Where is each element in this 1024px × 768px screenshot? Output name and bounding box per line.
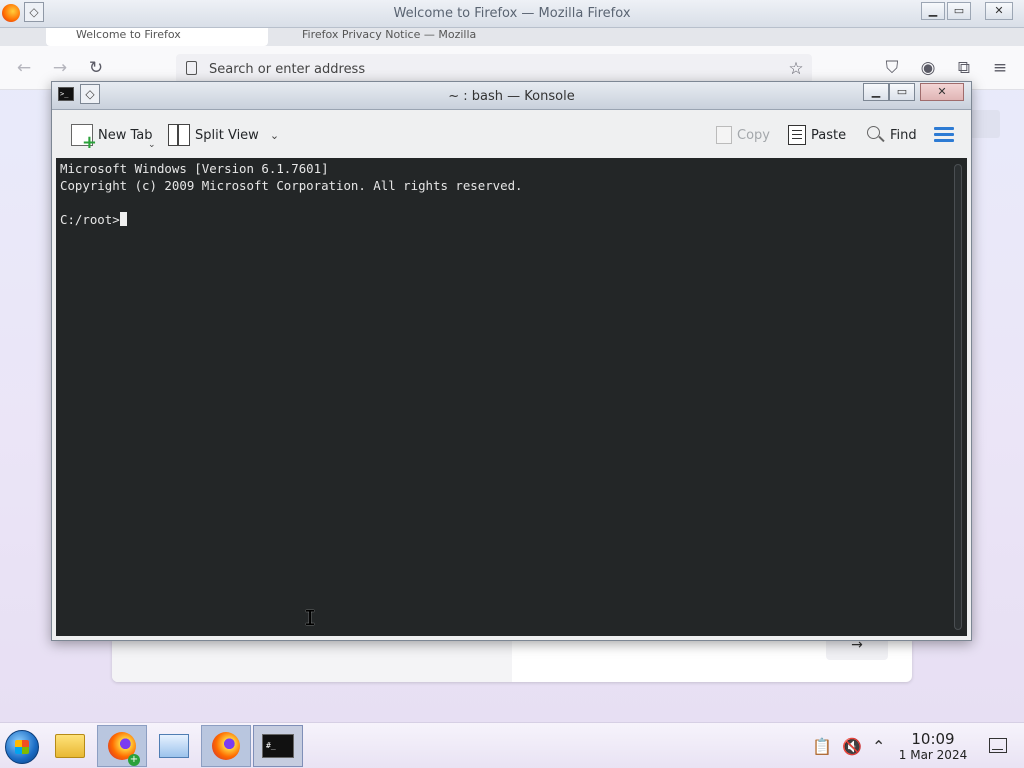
clipboard-icon[interactable]: 📋 [812,737,832,756]
firefox-icon: + [108,732,140,766]
menu-icon[interactable]: ≡ [990,58,1010,78]
clock[interactable]: 10:09 1 Mar 2024 [896,730,970,763]
terminal-line: Microsoft Windows [Version 6.1.7601] [60,161,329,176]
find-icon [867,126,885,144]
firefox-tab-strip: Welcome to Firefox Firefox Privacy Notic… [0,28,1024,46]
taskbar-remote-desktop[interactable] [149,725,199,767]
new-tab-button[interactable]: New Tab ⌄ [71,122,156,153]
notifications-icon[interactable] [989,738,1007,753]
clock-time: 10:09 [911,730,955,748]
taskbar-firefox-window[interactable] [201,725,251,767]
firefox-tab-privacy[interactable]: Firefox Privacy Notice — Mozilla [272,28,512,46]
konsole-minimize-button[interactable]: ▁ [863,83,889,101]
taskbar-konsole-window[interactable]: #_ [253,725,303,767]
firefox-icon [212,732,240,760]
taskbar-file-manager[interactable] [45,725,95,767]
pocket-icon[interactable]: ⛉ [882,58,902,78]
split-view-button[interactable]: Split View ⌄ [168,122,279,148]
terminal-scrollbar[interactable] [954,164,962,630]
volume-muted-icon[interactable]: 🔇 [842,737,862,756]
tab-label: Welcome to Firefox [76,28,181,41]
page-icon [186,61,197,75]
account-icon[interactable]: ◉ [918,58,938,78]
terminal-icon: #_ [262,734,294,758]
submenu-arrow-icon: ⌄ [148,140,156,150]
terminal-line: Copyright (c) 2009 Microsoft Corporation… [60,178,523,193]
address-bar[interactable]: Search or enter address ☆ [176,54,812,84]
bookmark-star-icon[interactable]: ☆ [786,59,806,79]
address-placeholder: Search or enter address [209,62,366,77]
clock-date: 1 Mar 2024 [898,748,968,762]
find-label: Find [890,127,917,143]
chevron-down-icon[interactable]: ⌄ [270,129,279,142]
paste-icon [788,125,806,145]
find-button[interactable]: Find [867,122,917,148]
firefox-close-button[interactable]: ✕ [985,2,1013,20]
konsole-titlebar[interactable]: >_ ◇ ~ : bash — Konsole ▁ ▭ ✕ [52,82,971,110]
tab-label: Firefox Privacy Notice — Mozilla [302,28,477,41]
new-tab-label: New Tab [98,127,153,143]
paste-button[interactable]: Paste [788,122,846,148]
text-cursor [119,212,127,226]
split-view-label: Split View [195,127,259,143]
copy-icon [716,126,732,144]
terminal-prompt: C:/root> [60,212,120,227]
firefox-titlebar[interactable]: ◇ Welcome to Firefox — Mozilla Firefox ▁… [0,0,1024,28]
konsole-window-title: ~ : bash — Konsole [448,89,575,104]
file-manager-icon [55,734,85,758]
firefox-window-title: Welcome to Firefox — Mozilla Firefox [393,6,631,21]
extensions-icon[interactable]: ⧉ [954,58,974,78]
back-arrow-icon[interactable]: ← [14,58,34,78]
remote-desktop-icon [159,734,189,758]
firefox-minimize-button[interactable]: ▁ [921,2,945,20]
taskbar: + #_ 📋 🔇 ⌃ 10:09 1 Mar 2024 [0,722,1024,768]
paste-label: Paste [811,127,847,143]
terminal-area[interactable]: Microsoft Windows [Version 6.1.7601] Cop… [56,158,967,636]
firefox-maximize-button[interactable]: ▭ [947,2,971,20]
firefox-content-pill [970,110,1000,138]
split-view-icon [168,124,190,146]
hamburger-menu-icon[interactable] [934,127,954,143]
new-tab-icon [71,124,97,153]
konsole-close-button[interactable]: ✕ [920,83,964,101]
taskbar-firefox-launcher[interactable]: + [97,725,147,767]
copy-button[interactable]: Copy [716,122,770,148]
konsole-window: >_ ◇ ~ : bash — Konsole ▁ ▭ ✕ New Tab ⌄ … [51,81,972,641]
copy-label: Copy [737,127,770,143]
firefox-tab-welcome[interactable]: Welcome to Firefox [46,28,268,46]
forward-arrow-icon[interactable]: → [50,58,70,78]
chevron-up-icon[interactable]: ⌃ [872,737,885,756]
start-icon[interactable] [5,730,39,764]
mouse-ibeam-cursor: I [304,606,317,630]
reload-icon[interactable]: ↻ [86,58,106,78]
firefox-search-box-left [112,640,512,682]
konsole-toolbar: New Tab ⌄ Split View ⌄ Copy Paste Find [56,112,967,158]
terminal-output: Microsoft Windows [Version 6.1.7601] Cop… [60,160,523,228]
konsole-maximize-button[interactable]: ▭ [889,83,915,101]
